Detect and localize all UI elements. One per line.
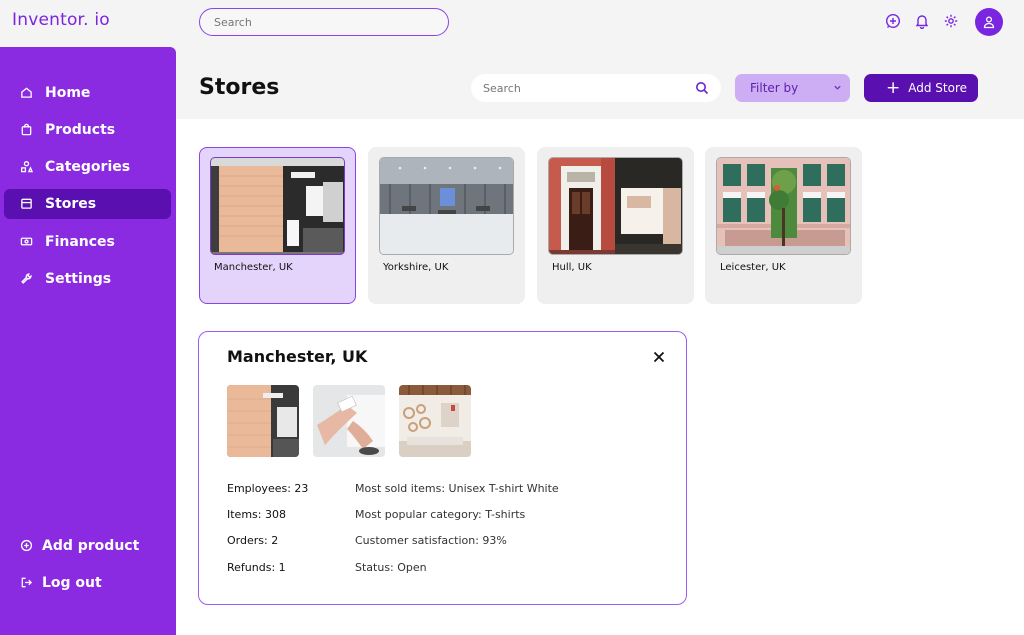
add-product-button[interactable]: Add product [4,531,171,561]
global-search-input[interactable] [199,8,449,36]
bell-icon[interactable] [914,13,930,30]
store-search [471,74,721,102]
chevron-down-icon [834,85,841,90]
sidebar-item-settings[interactable]: Settings [4,264,171,294]
store-card-hull[interactable]: Hull, UK [537,147,694,304]
sidebar-item-label: Add product [42,538,140,554]
store-photo [210,157,345,255]
sidebar-item-label: Categories [45,159,131,175]
sidebar-item-home[interactable]: Home [4,78,171,108]
gallery-photo-storefront[interactable] [227,385,299,457]
stat-popular-category: Most popular category: T-shirts [355,508,526,521]
filter-label: Filter by [750,81,799,95]
stat-employees: Employees: 23 [227,482,309,495]
store-photo [716,157,851,255]
sidebar-item-label: Stores [45,196,97,212]
store-name: Leicester, UK [720,262,786,273]
sidebar-item-label: Home [45,85,91,101]
store-card-yorkshire[interactable]: Yorkshire, UK [368,147,525,304]
store-icon [20,197,34,211]
logout-button[interactable]: Log out [4,568,171,598]
sidebar-item-label: Log out [42,575,102,591]
sidebar-item-label: Finances [45,234,115,250]
gear-icon[interactable] [943,13,959,29]
store-photo [379,157,514,255]
store-name: Hull, UK [552,262,592,273]
banknote-icon [20,235,34,249]
sidebar: Home Products Categories Stores Finances… [0,47,176,635]
stat-refunds: Refunds: 1 [227,561,286,574]
sidebar-item-products[interactable]: Products [4,115,171,145]
user-avatar[interactable] [975,8,1003,36]
plus-icon: + [886,77,901,98]
user-icon [983,16,995,29]
sidebar-item-categories[interactable]: Categories [4,152,171,182]
home-icon [20,86,34,100]
sidebar-item-label: Products [45,122,116,138]
store-name: Yorkshire, UK [383,262,449,273]
shapes-icon [20,160,34,174]
plus-circle-icon [20,539,34,553]
wrench-icon [20,272,34,286]
logout-icon [20,576,34,590]
store-search-input[interactable] [471,74,671,102]
store-name: Manchester, UK [214,262,293,273]
stat-satisfaction: Customer satisfaction: 93% [355,534,507,547]
gallery-photo-interior[interactable] [399,385,471,457]
store-detail-panel: Manchester, UK Employees: 23 Items: 308 … [198,331,687,605]
sidebar-item-stores[interactable]: Stores [4,189,171,219]
store-card-manchester[interactable]: Manchester, UK [199,147,356,304]
search-icon[interactable] [695,81,709,95]
sidebar-item-finances[interactable]: Finances [4,227,171,257]
stat-items: Items: 308 [227,508,286,521]
shopping-bag-icon [20,123,34,137]
app-logo[interactable]: Inventor. io [12,10,110,30]
stat-most-sold: Most sold items: Unisex T-shirt White [355,482,559,495]
page-title: Stores [199,75,280,100]
gallery-photo-payment[interactable] [313,385,385,457]
add-store-label: Add Store [908,81,968,95]
stat-status: Status: Open [355,561,427,574]
top-bar: Inventor. io [0,0,1024,47]
add-store-button[interactable]: + Add Store [864,74,978,102]
stat-orders: Orders: 2 [227,534,279,547]
close-icon[interactable] [651,349,667,365]
filter-dropdown[interactable]: Filter by [735,74,850,102]
store-card-leicester[interactable]: Leicester, UK [705,147,862,304]
sidebar-item-label: Settings [45,271,112,287]
store-photo [548,157,683,255]
detail-title: Manchester, UK [227,347,368,366]
chat-add-icon[interactable] [885,13,901,29]
